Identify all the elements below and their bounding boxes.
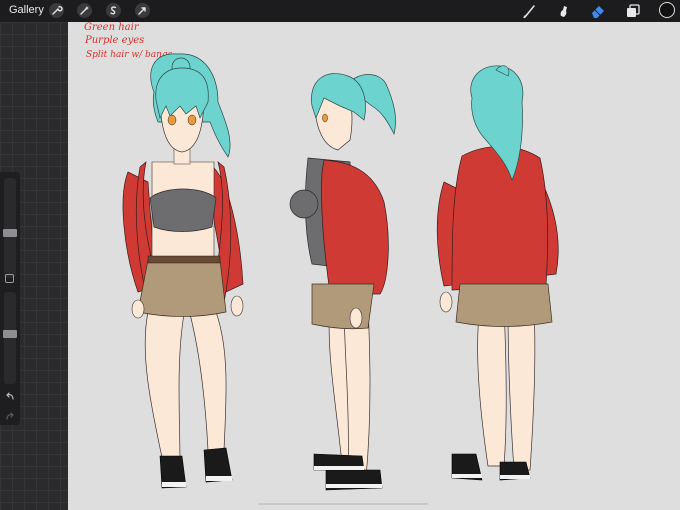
drawing-canvas[interactable]: Green hair Purple eyes Split hair w/ ban… — [68, 22, 680, 510]
character-sheet — [122, 53, 559, 491]
brush-icon[interactable] — [522, 3, 538, 19]
wrench-icon[interactable] — [49, 3, 64, 18]
smudge-icon[interactable] — [556, 3, 572, 19]
brush-size-slider[interactable] — [3, 178, 17, 278]
eraser-icon[interactable] — [590, 3, 606, 19]
arrow-cursor-icon[interactable] — [135, 3, 150, 18]
magic-wand-icon[interactable] — [77, 3, 92, 18]
square-icon[interactable] — [5, 274, 14, 283]
undo-icon[interactable] — [4, 390, 16, 402]
selection-s-icon[interactable] — [106, 3, 121, 18]
front-view — [122, 53, 244, 489]
color-swatch[interactable] — [659, 2, 675, 18]
brush-size-knob[interactable] — [3, 229, 17, 237]
brush-opacity-knob[interactable] — [3, 330, 17, 338]
side-view — [289, 73, 396, 491]
home-indicator — [258, 503, 428, 505]
layers-icon[interactable] — [625, 3, 641, 19]
gallery-button[interactable]: Gallery — [9, 4, 44, 16]
brush-opacity-slider[interactable] — [3, 292, 17, 384]
left-sidebar — [0, 22, 68, 510]
back-view — [436, 65, 559, 481]
top-toolbar: Gallery — [0, 0, 680, 22]
redo-icon[interactable] — [4, 410, 16, 422]
brush-controls-panel — [0, 172, 20, 425]
